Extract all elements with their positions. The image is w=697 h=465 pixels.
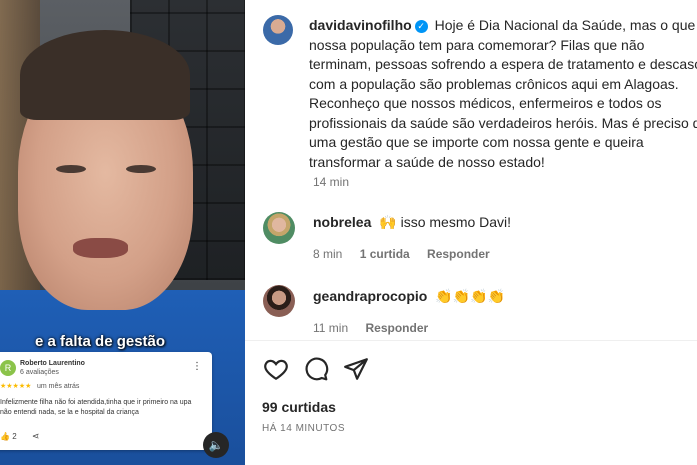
reply-button[interactable]: Responder <box>427 247 490 261</box>
post-caption: Hoje é Dia Nacional da Saúde, mas o que … <box>309 17 697 170</box>
comment-meta: 11 min Responder <box>313 321 428 335</box>
verified-badge-icon: ✓ <box>414 20 428 33</box>
share-icon: ⋖ <box>32 431 40 441</box>
rating-stars: ★★★★★ <box>0 383 32 390</box>
comment-text: isso mesmo Davi! <box>400 214 512 230</box>
reviewer-avatar: R <box>0 360 16 376</box>
person-hair <box>20 30 190 120</box>
video-player[interactable]: e a falta de gestão R Roberto Laurentino… <box>0 0 245 465</box>
eye <box>126 165 156 173</box>
comment-meta: 8 min 1 curtida Responder <box>313 247 490 261</box>
author-avatar[interactable] <box>263 15 293 45</box>
eye <box>56 165 86 173</box>
commenter-avatar[interactable] <box>263 285 295 317</box>
review-card: R Roberto Laurentino 6 avaliações ⋮ ★★★★… <box>0 352 212 450</box>
comment-icon[interactable] <box>303 356 329 382</box>
post-panel: davidavinofilho ✓ Hoje é Dia Nacional da … <box>245 0 697 465</box>
divider <box>245 340 697 341</box>
thumbs-up-icon: 👍 <box>0 432 10 441</box>
post-time: 14 min <box>313 175 350 189</box>
commenter-avatar[interactable] <box>263 212 295 244</box>
author-username[interactable]: davidavinofilho <box>309 17 412 33</box>
mouth <box>73 238 128 258</box>
reviewer-name: Roberto Laurentino <box>20 360 85 367</box>
like-count[interactable]: 99 curtidas <box>262 399 336 415</box>
commenter-username[interactable]: nobrelea <box>313 214 371 230</box>
review-text: Infelizmente filha não foi atendida,tinh… <box>0 399 192 416</box>
post-date: HÁ 14 MINUTOS <box>262 423 345 434</box>
more-options-icon: ⋮ <box>192 361 202 372</box>
video-caption: e a falta de gestão <box>35 333 166 350</box>
comment-time: 8 min <box>313 247 343 261</box>
clapping-hands-emoji: 👏👏👏👏 <box>435 289 505 305</box>
comment: geandraprocopio 👏👏👏👏 <box>313 288 505 305</box>
review-likes-value: 2 <box>12 432 17 441</box>
speaker-muted-icon[interactable]: 🔈 <box>203 432 229 458</box>
share-icon[interactable] <box>343 356 369 382</box>
heart-icon[interactable] <box>263 356 289 382</box>
post-caption-block: davidavinofilho ✓ Hoje é Dia Nacional da … <box>309 16 697 172</box>
reviewer-review-count: 6 avaliações <box>20 369 59 376</box>
commenter-username[interactable]: geandraprocopio <box>313 288 427 304</box>
raising-hands-emoji: 🙌 <box>379 215 397 231</box>
review-like-count: 👍 2 <box>0 432 17 441</box>
reply-button[interactable]: Responder <box>365 321 428 335</box>
comment-likes[interactable]: 1 curtida <box>360 247 410 261</box>
comment-time: 11 min <box>313 321 349 335</box>
comment: nobrelea 🙌 isso mesmo Davi! <box>313 214 511 231</box>
review-time: um mês atrás <box>37 383 80 390</box>
